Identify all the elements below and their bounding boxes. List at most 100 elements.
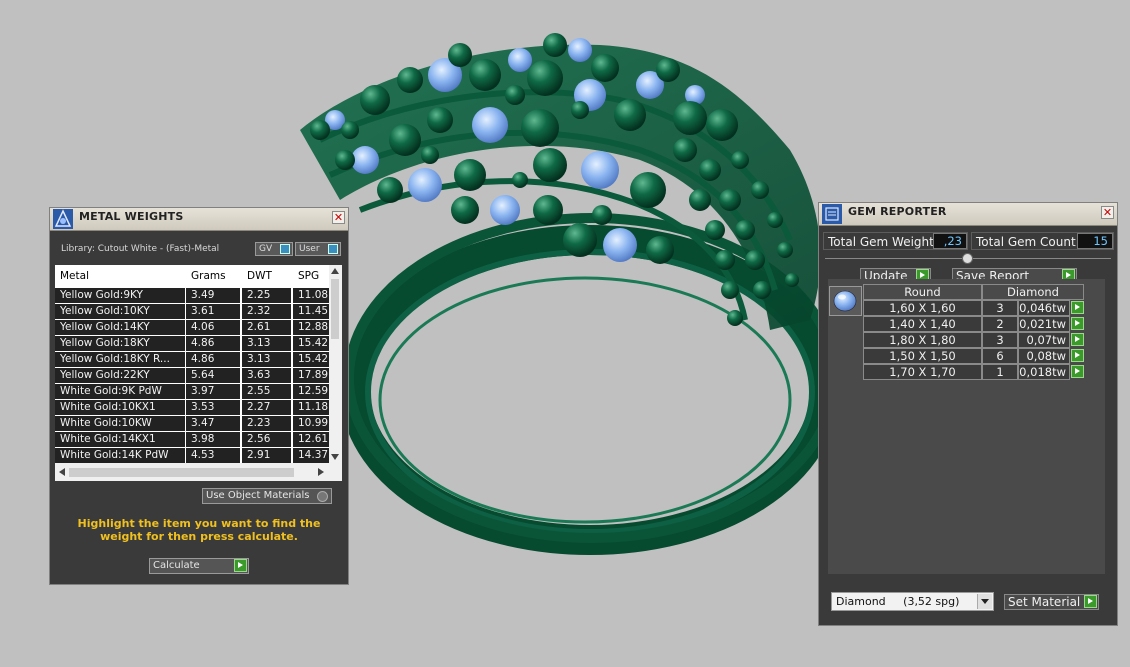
vertical-scrollbar[interactable] bbox=[329, 265, 342, 463]
spg-cell: 12.61 bbox=[293, 432, 329, 447]
spg-cell: 14.37 bbox=[293, 448, 329, 463]
row-play-icon[interactable] bbox=[1071, 333, 1084, 346]
gem-count-cell: 2 bbox=[982, 316, 1018, 332]
gv-toggle[interactable]: GV bbox=[255, 242, 293, 256]
spg-cell: 15.42 bbox=[293, 352, 329, 367]
horizontal-scrollbar[interactable] bbox=[55, 463, 342, 481]
spg-cell: 12.88 bbox=[293, 320, 329, 335]
grams-cell: 4.53 bbox=[186, 448, 240, 463]
gem-shape-icon[interactable] bbox=[829, 286, 862, 316]
table-row[interactable]: Yellow Gold:18KY R... 4.86 3.13 15.42 bbox=[55, 352, 342, 367]
table-row[interactable]: Yellow Gold:10KY 3.61 2.32 11.45 bbox=[55, 304, 342, 319]
dwt-cell: 2.56 bbox=[242, 432, 291, 447]
table-row[interactable]: Yellow Gold:18KY 4.86 3.13 15.42 bbox=[55, 336, 342, 351]
gem-size-cell: 1,80 X 1,80 bbox=[863, 332, 982, 348]
grams-cell: 3.97 bbox=[186, 384, 240, 399]
table-row[interactable]: White Gold:10KX1 3.53 2.27 11.18 bbox=[55, 400, 342, 415]
table-row[interactable]: White Gold:10KW 3.47 2.23 10.99 bbox=[55, 416, 342, 431]
grams-cell: 4.86 bbox=[186, 352, 240, 367]
metal-cell: White Gold:9K PdW bbox=[55, 384, 185, 399]
metal-weights-app-icon bbox=[53, 209, 73, 229]
grams-cell: 4.86 bbox=[186, 336, 240, 351]
calculate-label: Calculate bbox=[153, 560, 200, 571]
gem-count-cell: 3 bbox=[982, 300, 1018, 316]
column-header-dwt[interactable]: DWT bbox=[242, 265, 291, 287]
column-header-diamond: Diamond bbox=[982, 284, 1084, 300]
metal-weights-table[interactable]: Metal Grams DWT SPG Yellow Gold:9KY 3.49 2… bbox=[55, 265, 342, 481]
dwt-cell: 3.13 bbox=[242, 352, 291, 367]
grams-cell: 3.53 bbox=[186, 400, 240, 415]
column-header-spg[interactable]: SPG bbox=[293, 265, 329, 287]
row-play-icon[interactable] bbox=[1071, 317, 1084, 330]
use-object-materials-label: Use Object Materials bbox=[206, 490, 310, 501]
table-row[interactable]: White Gold:9K PdW 3.97 2.55 12.59 bbox=[55, 384, 342, 399]
close-icon[interactable]: ✕ bbox=[1101, 206, 1114, 219]
library-label: Library: Cutout White - (Fast)-Metal bbox=[61, 244, 220, 254]
gem-size-cell: 1,70 X 1,70 bbox=[863, 364, 982, 380]
table-row[interactable]: Yellow Gold:22KY 5.64 3.63 17.89 bbox=[55, 368, 342, 383]
metal-cell: Yellow Gold:22KY bbox=[55, 368, 185, 383]
metal-cell: White Gold:14KX1 bbox=[55, 432, 185, 447]
set-material-button[interactable]: Set Material bbox=[1004, 594, 1099, 610]
dwt-cell: 2.25 bbox=[242, 288, 291, 303]
gem-report-grid[interactable]: Round Diamond 1,60 X 1,60 3 0,046tw 1,40 X … bbox=[828, 279, 1105, 574]
calculate-button[interactable]: Calculate bbox=[149, 558, 249, 574]
gem-size-cell: 1,40 X 1,40 bbox=[863, 316, 982, 332]
gem-count-cell: 1 bbox=[982, 364, 1018, 380]
table-row[interactable]: White Gold:14KX1 3.98 2.56 12.61 bbox=[55, 432, 342, 447]
gem-reporter-titlebar[interactable]: GEM REPORTER ✕ bbox=[819, 203, 1117, 226]
gem-weight-cell: 0,018tw bbox=[1018, 364, 1070, 380]
metal-cell: Yellow Gold:18KY R... bbox=[55, 352, 185, 367]
row-play-icon[interactable] bbox=[1071, 365, 1084, 378]
scroll-left-icon[interactable] bbox=[59, 468, 65, 476]
material-select-value: Diamond (3,52 spg) bbox=[836, 595, 960, 608]
user-toggle[interactable]: User bbox=[295, 242, 341, 256]
grams-cell: 3.47 bbox=[186, 416, 240, 431]
dwt-cell: 2.27 bbox=[242, 400, 291, 415]
spg-cell: 15.42 bbox=[293, 336, 329, 351]
metal-weights-titlebar[interactable]: METAL WEIGHTS ✕ bbox=[50, 208, 348, 231]
spg-cell: 10.99 bbox=[293, 416, 329, 431]
use-object-materials-toggle[interactable]: Use Object Materials bbox=[202, 488, 332, 504]
scroll-down-icon[interactable] bbox=[331, 454, 339, 460]
column-header-grams[interactable]: Grams bbox=[186, 265, 240, 287]
grams-cell: 5.64 bbox=[186, 368, 240, 383]
user-toggle-label: User bbox=[299, 244, 320, 254]
spg-cell: 11.18 bbox=[293, 400, 329, 415]
dwt-cell: 2.61 bbox=[242, 320, 291, 335]
column-header-round: Round bbox=[863, 284, 982, 300]
total-gem-count-value: 15 bbox=[1077, 233, 1113, 249]
toggle-switch-icon bbox=[280, 244, 290, 254]
material-select[interactable]: Diamond (3,52 spg) bbox=[831, 592, 994, 611]
close-icon[interactable]: ✕ bbox=[332, 211, 345, 224]
dwt-cell: 2.23 bbox=[242, 416, 291, 431]
scroll-right-icon[interactable] bbox=[318, 468, 324, 476]
gem-count-cell: 3 bbox=[982, 332, 1018, 348]
row-play-icon[interactable] bbox=[1071, 301, 1084, 314]
column-header-metal[interactable]: Metal bbox=[55, 265, 185, 287]
table-row[interactable]: Yellow Gold:9KY 3.49 2.25 11.08 bbox=[55, 288, 342, 303]
grams-cell: 4.06 bbox=[186, 320, 240, 335]
gem-size-cell: 1,50 X 1,50 bbox=[863, 348, 982, 364]
metal-cell: White Gold:14K PdW bbox=[55, 448, 185, 463]
metal-weights-title: METAL WEIGHTS bbox=[79, 210, 184, 223]
metal-cell: Yellow Gold:14KY bbox=[55, 320, 185, 335]
gv-toggle-label: GV bbox=[259, 244, 273, 254]
scroll-up-icon[interactable] bbox=[331, 268, 339, 274]
total-gem-weight-value: ,23 bbox=[933, 233, 967, 249]
dwt-cell: 3.63 bbox=[242, 368, 291, 383]
table-row[interactable]: White Gold:14K PdW 4.53 2.91 14.37 bbox=[55, 448, 342, 463]
table-row[interactable]: Yellow Gold:14KY 4.06 2.61 12.88 bbox=[55, 320, 342, 335]
metal-cell: White Gold:10KX1 bbox=[55, 400, 185, 415]
play-icon bbox=[234, 559, 247, 572]
dropdown-arrow-icon[interactable] bbox=[977, 594, 992, 609]
scroll-thumb[interactable] bbox=[331, 279, 339, 339]
dwt-cell: 2.91 bbox=[242, 448, 291, 463]
row-play-icon[interactable] bbox=[1071, 349, 1084, 362]
grams-cell: 3.98 bbox=[186, 432, 240, 447]
gem-weight-cell: 0,021tw bbox=[1018, 316, 1070, 332]
scroll-thumb-h[interactable] bbox=[69, 468, 294, 477]
play-icon bbox=[1084, 595, 1097, 608]
metal-cell: White Gold:10KW bbox=[55, 416, 185, 431]
expand-icon[interactable] bbox=[962, 253, 973, 264]
